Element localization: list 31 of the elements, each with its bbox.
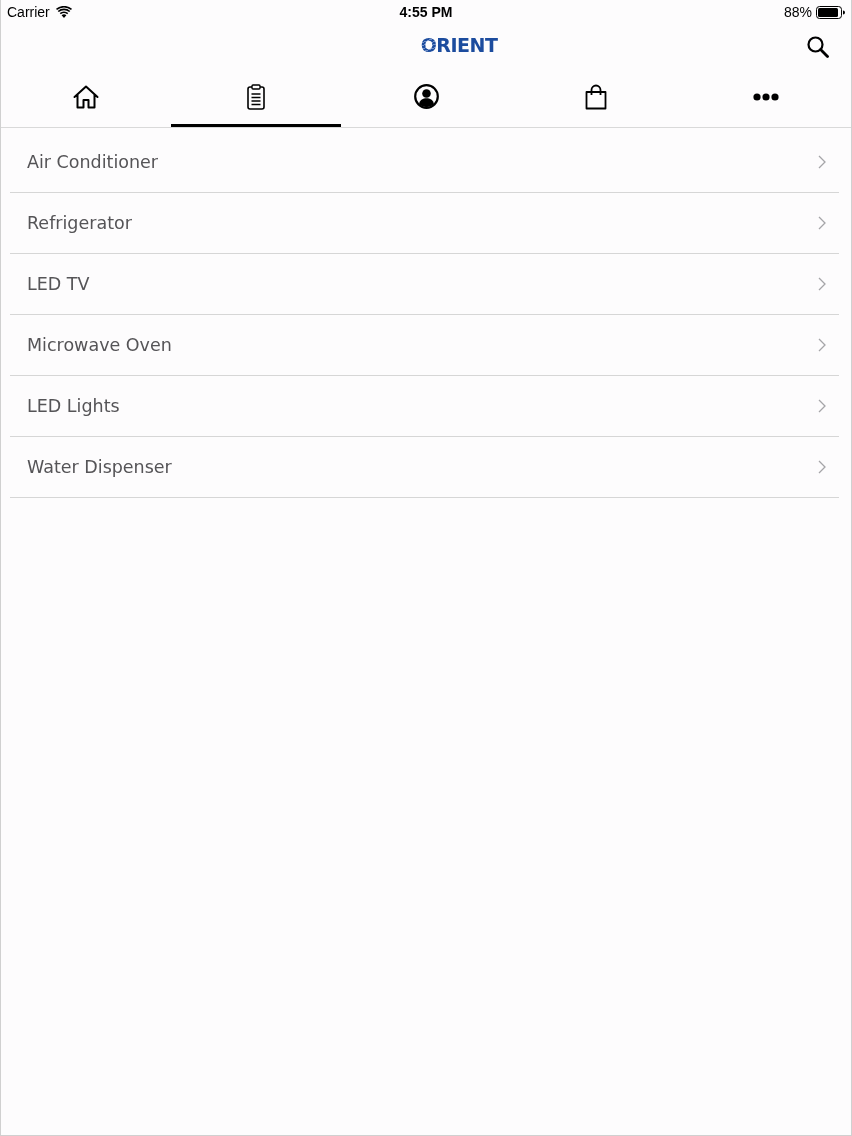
category-label: Microwave Oven <box>27 335 172 355</box>
clock-time: 4:55 PM <box>399 4 453 20</box>
battery-icon <box>816 5 845 19</box>
chevron-right-icon <box>818 338 826 352</box>
more-icon <box>753 92 779 101</box>
category-row[interactable]: Air Conditioner <box>10 132 839 193</box>
battery-percent: 88% <box>783 4 812 20</box>
search-button[interactable] <box>807 36 829 58</box>
chevron-right-icon <box>818 277 826 291</box>
category-row[interactable]: LED Lights <box>10 376 839 437</box>
wifi-icon <box>55 6 72 18</box>
chevron-right-icon <box>818 216 826 230</box>
carrier-label: Carrier <box>7 4 50 20</box>
category-row[interactable]: Refrigerator <box>10 193 839 254</box>
chevron-right-icon <box>818 399 826 413</box>
brand-logo: ORIENT <box>420 34 498 56</box>
category-label: LED Lights <box>27 396 120 416</box>
home-icon <box>73 84 99 109</box>
category-row[interactable]: LED TV <box>10 254 839 315</box>
category-row[interactable]: Microwave Oven <box>10 315 839 376</box>
category-label: Refrigerator <box>27 213 132 233</box>
shopping-bag-icon <box>585 83 607 110</box>
chevron-right-icon <box>818 460 826 474</box>
clipboard-icon <box>247 83 265 110</box>
category-label: Air Conditioner <box>27 152 159 172</box>
category-label: LED TV <box>27 274 90 294</box>
chevron-right-icon <box>818 155 826 169</box>
category-row[interactable]: Water Dispenser <box>10 437 839 498</box>
search-icon <box>807 36 829 58</box>
category-label: Water Dispenser <box>27 457 172 477</box>
account-icon <box>413 84 439 109</box>
